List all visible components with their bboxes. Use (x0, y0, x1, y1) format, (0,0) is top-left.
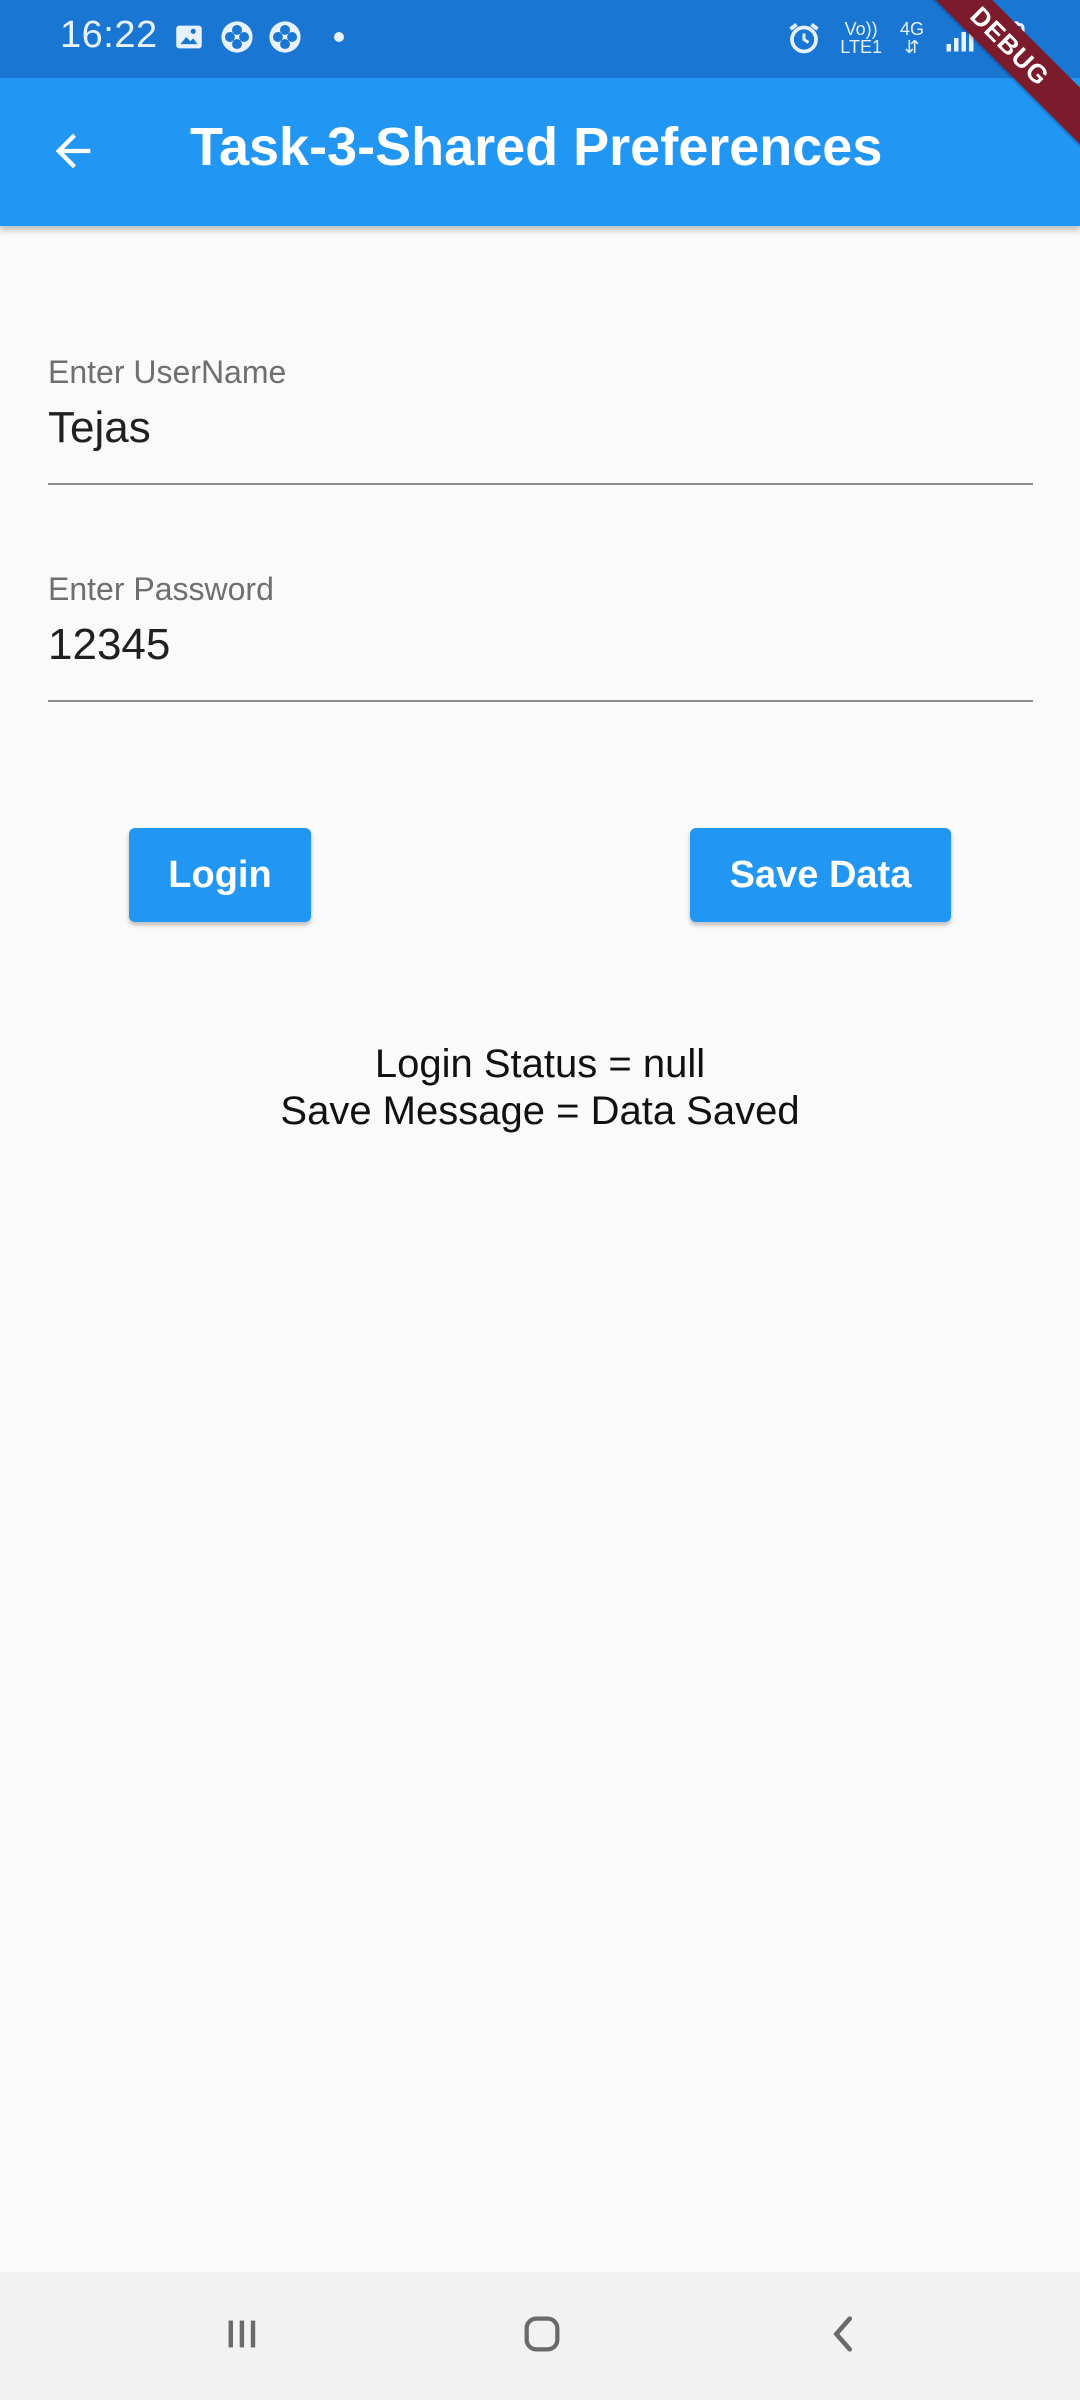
recent-apps-icon (219, 2311, 265, 2362)
nav-back-button[interactable] (812, 2304, 876, 2368)
username-field[interactable]: Enter UserName Tejas (48, 354, 1033, 485)
volte-icon: Vo)) LTE1 (840, 20, 882, 56)
arrow-back-icon (47, 125, 99, 182)
username-input[interactable]: Tejas (48, 403, 1033, 453)
status-left-icons (172, 20, 344, 54)
page-title: Task-3-Shared Preferences (190, 117, 883, 177)
4g-icon: 4G ⇵ (899, 19, 924, 57)
home-icon (519, 2311, 565, 2362)
status-text-block: Login Status = null Save Message = Data … (0, 1041, 1080, 1135)
alarm-icon (786, 20, 822, 56)
gallery-icon (172, 20, 206, 54)
password-underline (48, 700, 1033, 702)
password-input[interactable]: 12345 (48, 620, 1033, 670)
password-label: Enter Password (48, 571, 274, 607)
status-time: 16:22 (60, 14, 158, 56)
home-button[interactable] (510, 2304, 574, 2368)
app-bar: Task-3-Shared Preferences (0, 78, 1080, 226)
username-label: Enter UserName (48, 354, 287, 390)
notification-dot-icon (334, 32, 344, 42)
status-bar: 16:22 Vo)) LTE1 4G ⇵ (0, 0, 1080, 78)
nav-back-icon (821, 2311, 867, 2362)
network-line2: LTE1 (840, 37, 882, 57)
system-nav-bar (0, 2272, 1080, 2400)
save-data-button[interactable]: Save Data (690, 828, 951, 922)
login-button[interactable]: Login (129, 828, 311, 922)
fan-icon (220, 20, 254, 54)
login-status-text: Login Status = null (374, 1042, 706, 1086)
fan-icon (268, 20, 302, 54)
username-underline (48, 483, 1033, 485)
network-type: 4G (899, 19, 924, 39)
recent-apps-button[interactable] (210, 2304, 274, 2368)
network-line1: Vo)) (844, 19, 878, 39)
back-button[interactable] (38, 118, 108, 188)
password-field[interactable]: Enter Password 12345 (48, 571, 1033, 702)
save-message-text: Save Message = Data Saved (280, 1089, 800, 1133)
